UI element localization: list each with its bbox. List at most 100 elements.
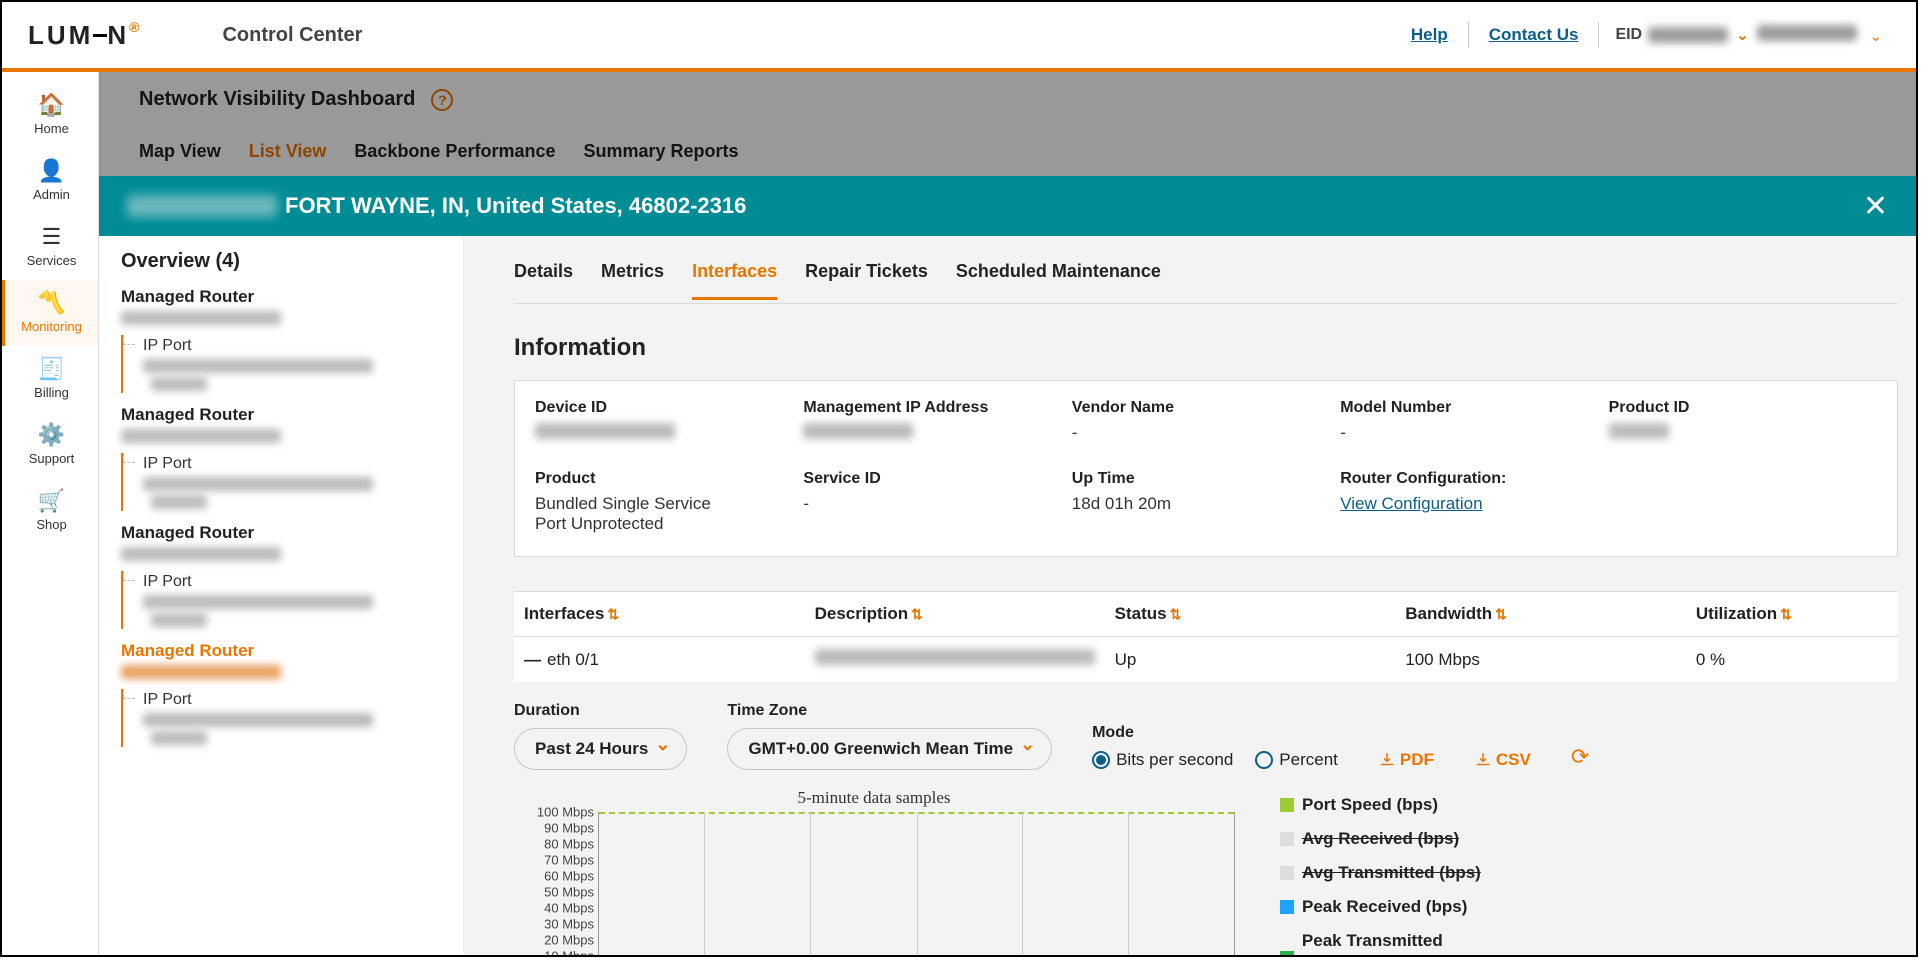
- legend-item[interactable]: Peak Transmitted (bps): [1280, 924, 1488, 955]
- sort-icon: ⇅: [607, 606, 619, 622]
- address-redacted: [127, 195, 277, 217]
- y-tick: 50 Mbps: [544, 885, 594, 900]
- logo: LUMN®: [28, 20, 142, 51]
- modal-header: FORT WAYNE, IN, United States, 46802-231…: [99, 176, 1916, 236]
- col-description[interactable]: Description⇅: [805, 592, 1105, 637]
- legend-item[interactable]: Avg Received (bps): [1280, 822, 1488, 856]
- nav-support[interactable]: ⚙️ Support: [2, 412, 98, 478]
- y-tick: 80 Mbps: [544, 837, 594, 852]
- tab-summary[interactable]: Summary Reports: [583, 141, 738, 162]
- router-item[interactable]: Managed Router: [121, 405, 445, 443]
- info-value: Bundled Single Service Port Unprotected: [535, 494, 735, 534]
- nav-services[interactable]: ☰ Services: [2, 214, 98, 280]
- ip-port-item[interactable]: IP Port: [143, 335, 445, 393]
- eid-value-redacted: [1648, 27, 1728, 43]
- nav-monitoring[interactable]: 〽️ Monitoring: [2, 280, 98, 346]
- collapse-icon[interactable]: —: [524, 650, 541, 669]
- mgmt-ip-redacted: [803, 423, 913, 439]
- modal-main: Details Metrics Interfaces Repair Ticket…: [464, 236, 1916, 955]
- nav-label: Services: [27, 253, 77, 268]
- router-id-redacted: [121, 429, 281, 443]
- nav-billing[interactable]: 🧾 Billing: [2, 346, 98, 412]
- ipport-label: IP Port: [143, 691, 192, 708]
- cell-if: eth 0/1: [547, 650, 599, 669]
- mode-percent-radio[interactable]: Percent: [1255, 750, 1338, 770]
- download-csv[interactable]: CSV: [1474, 750, 1531, 770]
- ip-port-item[interactable]: IP Port: [143, 689, 445, 747]
- info-heading: Information: [514, 334, 1898, 362]
- mode-label: Mode: [1092, 724, 1338, 742]
- chevron-down-icon: ⌄: [1736, 26, 1749, 44]
- nav-shop[interactable]: 🛒 Shop: [2, 478, 98, 544]
- refresh-icon[interactable]: ⟳: [1571, 744, 1589, 770]
- page-title: Network Visibility Dashboard: [139, 88, 415, 111]
- col-bandwidth[interactable]: Bandwidth⇅: [1395, 592, 1686, 637]
- mode-bits-radio[interactable]: Bits per second: [1092, 750, 1233, 770]
- contact-link[interactable]: Contact Us: [1489, 25, 1579, 45]
- router-item-active[interactable]: Managed Router: [121, 641, 445, 679]
- tab-details[interactable]: Details: [514, 251, 573, 300]
- radio-icon: [1255, 751, 1273, 769]
- tab-metrics[interactable]: Metrics: [601, 251, 664, 300]
- ip-port-item[interactable]: IP Port: [143, 571, 445, 629]
- swatch-icon: [1280, 900, 1294, 914]
- y-tick: 40 Mbps: [544, 901, 594, 916]
- topbar: LUMN® Control Center Help Contact Us EID…: [2, 2, 1916, 72]
- chart-plot: [598, 812, 1234, 955]
- router-item[interactable]: Managed Router: [121, 287, 445, 325]
- y-tick: 20 Mbps: [544, 933, 594, 948]
- product-id-redacted: [1609, 423, 1669, 439]
- user-dropdown[interactable]: ⌄: [1757, 25, 1890, 46]
- swatch-icon: [1280, 951, 1294, 955]
- download-pdf[interactable]: PDF: [1378, 750, 1434, 770]
- info-value: -: [1340, 423, 1608, 443]
- chart-legend[interactable]: Port Speed (bps) Avg Received (bps) Avg …: [1280, 788, 1500, 955]
- close-icon[interactable]: ✕: [1863, 189, 1888, 224]
- col-utilization[interactable]: Utilization⇅: [1686, 592, 1898, 637]
- col-status[interactable]: Status⇅: [1105, 592, 1396, 637]
- monitoring-icon: 〽️: [38, 290, 65, 316]
- nav-admin[interactable]: 👤 Admin: [2, 148, 98, 214]
- tab-map-view[interactable]: Map View: [139, 141, 221, 162]
- col-interfaces[interactable]: Interfaces⇅: [514, 592, 805, 637]
- sort-icon: ⇅: [911, 606, 923, 622]
- ipport-id-redacted: [143, 477, 373, 491]
- info-label: Product ID: [1609, 399, 1877, 417]
- info-label: Product: [535, 470, 803, 488]
- chart: 5-minute data samples 100 Mbps: [514, 788, 1234, 955]
- tab-backbone[interactable]: Backbone Performance: [354, 141, 555, 162]
- interfaces-table: Interfaces⇅ Description⇅ Status⇅ Bandwid…: [514, 591, 1898, 682]
- router-label: Managed Router: [121, 287, 445, 307]
- legend-item[interactable]: Avg Transmitted (bps): [1280, 856, 1488, 890]
- info-label: Router Configuration:: [1340, 470, 1608, 488]
- duration-dropdown[interactable]: Past 24 Hours: [514, 728, 687, 770]
- legend-item[interactable]: Peak Received (bps): [1280, 890, 1488, 924]
- table-header-row: Interfaces⇅ Description⇅ Status⇅ Bandwid…: [514, 592, 1898, 637]
- tab-interfaces[interactable]: Interfaces: [692, 251, 777, 300]
- help-icon[interactable]: ?: [431, 89, 453, 111]
- duration-label: Duration: [514, 702, 687, 720]
- router-item[interactable]: Managed Router: [121, 523, 445, 561]
- eid-dropdown[interactable]: EID ⌄: [1615, 26, 1756, 44]
- nav-home[interactable]: 🏠 Home: [2, 82, 98, 148]
- sidebar-hscroll[interactable]: [121, 759, 445, 775]
- help-link[interactable]: Help: [1411, 25, 1448, 45]
- chart-title: 5-minute data samples: [798, 788, 951, 808]
- y-tick: 90 Mbps: [544, 821, 594, 836]
- sort-icon: ⇅: [1495, 606, 1507, 622]
- tab-repair-tickets[interactable]: Repair Tickets: [805, 251, 928, 300]
- table-row[interactable]: —eth 0/1 Up 100 Mbps 0 %: [514, 637, 1898, 683]
- nav-label: Home: [34, 121, 69, 136]
- modal-sidebar[interactable]: Overview (4) Managed Router IP Port Mana…: [99, 236, 464, 955]
- divider: [1468, 22, 1469, 48]
- modal-address: FORT WAYNE, IN, United States, 46802-231…: [285, 193, 746, 219]
- ip-port-item[interactable]: IP Port: [143, 453, 445, 511]
- timezone-dropdown[interactable]: GMT+0.00 Greenwich Mean Time: [727, 728, 1052, 770]
- left-nav: 🏠 Home 👤 Admin ☰ Services 〽️ Monitoring …: [2, 72, 99, 955]
- legend-item[interactable]: Port Speed (bps): [1280, 788, 1488, 822]
- tab-scheduled-maintenance[interactable]: Scheduled Maintenance: [956, 251, 1161, 300]
- tab-list-view[interactable]: List View: [249, 141, 327, 162]
- view-configuration-link[interactable]: View Configuration: [1340, 494, 1482, 513]
- info-value: -: [1072, 423, 1340, 443]
- location-modal: FORT WAYNE, IN, United States, 46802-231…: [99, 176, 1916, 955]
